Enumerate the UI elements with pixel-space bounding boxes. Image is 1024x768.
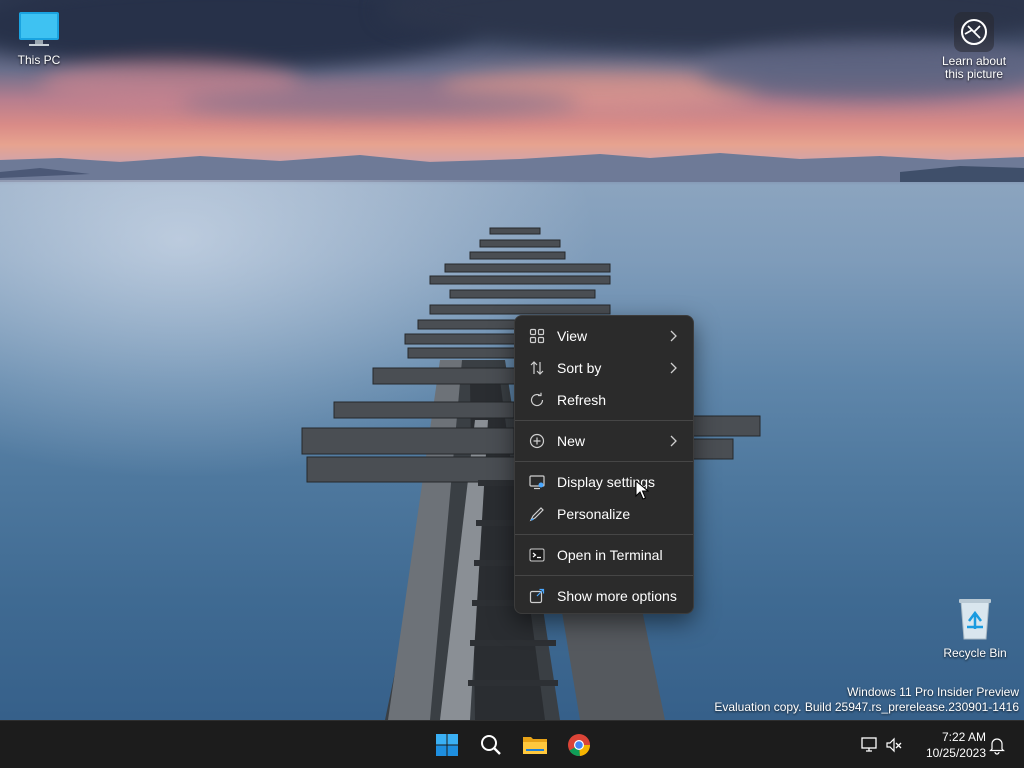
notification-bell-icon[interactable]	[987, 735, 1007, 755]
chevron-right-icon	[670, 330, 677, 342]
windows-watermark: Windows 11 Pro Insider Preview Evaluatio…	[714, 685, 1019, 715]
menu-separator	[515, 461, 693, 462]
chrome-icon	[568, 734, 591, 757]
file-explorer-button[interactable]	[517, 727, 553, 763]
search-icon	[481, 735, 501, 755]
chevron-right-icon	[670, 362, 677, 374]
search-button[interactable]	[473, 727, 509, 763]
menu-item-sort-by[interactable]: Sort by	[519, 352, 689, 384]
menu-separator	[515, 575, 693, 576]
terminal-icon	[529, 548, 545, 562]
volume-muted-icon[interactable]	[884, 735, 904, 755]
this-pc-label: This PC	[17, 53, 61, 67]
menu-item-label: Show more options	[557, 588, 677, 604]
sort-arrows-icon	[530, 361, 544, 375]
menu-item-display-settings[interactable]: Display settings	[519, 466, 689, 498]
watermark-build: Evaluation copy. Build 25947.rs_prerelea…	[714, 700, 1019, 714]
menu-separator	[515, 534, 693, 535]
desktop-icon-this-pc[interactable]: This PC	[1, 10, 77, 67]
clock-time: 7:22 AM	[941, 730, 986, 744]
menu-item-personalize[interactable]: Personalize	[519, 498, 689, 530]
menu-item-label: Sort by	[557, 360, 602, 376]
clock-date: 10/25/2023	[925, 746, 986, 760]
menu-item-show-more-options[interactable]: Show more options	[519, 580, 689, 612]
windows-logo-icon	[436, 734, 458, 756]
chevron-right-icon	[670, 435, 677, 447]
menu-separator	[515, 420, 693, 421]
menu-item-label: New	[557, 433, 586, 449]
menu-item-new[interactable]: New	[519, 425, 689, 457]
external-options-icon	[529, 588, 545, 604]
recycle-bin-icon	[959, 599, 991, 640]
plus-circle-icon	[529, 433, 545, 449]
menu-item-label: Open in Terminal	[557, 547, 663, 563]
display-settings-icon	[529, 475, 545, 490]
pier-image	[301, 227, 761, 720]
watermark-edition: Windows 11 Pro Insider Preview	[847, 685, 1019, 699]
menu-item-refresh[interactable]: Refresh	[519, 384, 689, 416]
menu-item-view[interactable]: View	[519, 320, 689, 352]
recycle-bin-label: Recycle Bin	[943, 646, 1007, 660]
grid-icon	[529, 328, 545, 344]
taskbar: 7:22 AM 10/25/2023	[0, 720, 1024, 768]
menu-item-label: Refresh	[557, 392, 607, 408]
desktop-context-menu: View Sort by Refresh New Display setting…	[514, 315, 694, 614]
menu-item-label: View	[557, 328, 588, 344]
computer-icon	[19, 12, 59, 46]
chrome-button[interactable]	[561, 727, 597, 763]
pen-icon	[529, 507, 544, 522]
menu-item-label: Personalize	[557, 506, 631, 522]
refresh-icon	[530, 392, 544, 407]
menu-item-open-in-terminal[interactable]: Open in Terminal	[519, 539, 689, 571]
network-icon[interactable]	[860, 735, 880, 755]
mouse-cursor-icon	[635, 480, 649, 500]
desktop-icon-recycle-bin[interactable]: Recycle Bin	[937, 597, 1013, 660]
folder-icon	[523, 737, 547, 754]
system-clock[interactable]: 7:22 AM 10/25/2023	[912, 729, 986, 761]
desktop-icon-learn-about-picture[interactable]: Learn about this picture	[936, 12, 1012, 81]
camera-aperture-icon	[961, 19, 987, 45]
start-button[interactable]	[429, 727, 465, 763]
desktop-wallpaper[interactable]	[0, 0, 1024, 720]
learn-about-picture-label: Learn about this picture	[941, 54, 1007, 81]
